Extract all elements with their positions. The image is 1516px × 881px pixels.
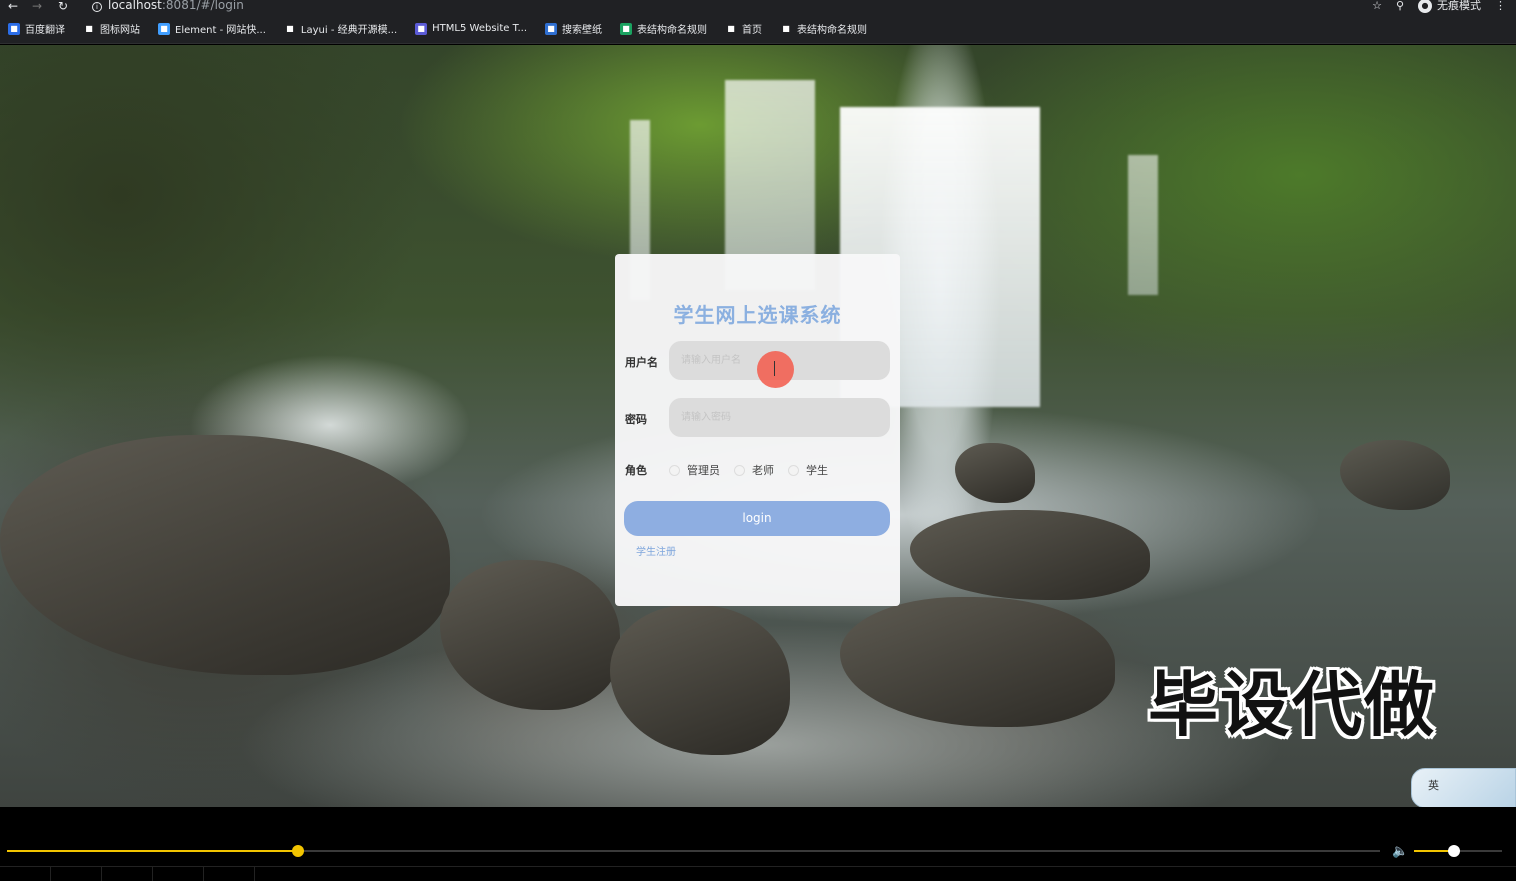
back-icon[interactable]: ← [8,0,18,12]
incognito-badge[interactable]: ● 无痕模式 [1418,0,1481,13]
bookmark-label: Layui - 经典开源模... [300,25,398,36]
menu-kebab-icon[interactable]: ⋮ [1495,0,1506,12]
rock [610,605,790,755]
bookmark-label: 表结构命名规则 [797,25,868,36]
watermark-text: 毕设代做 [1148,664,1436,746]
bookmark-label: HTML5 Website T... [432,23,528,34]
globe-icon: ■ [725,22,738,35]
rock [955,443,1035,503]
bookmark-item[interactable]: ■ 百度翻译 [8,21,65,36]
bookmark-label: 首页 [742,25,763,36]
rock [0,435,450,675]
bookmarks-bar: ■ 百度翻译 ■ 图标网站 ■ Element - 网站快... ■ Layui - 经典开源… [0,14,1516,44]
ime-label: 英 [1428,779,1439,792]
volume-icon[interactable]: 🔈 [1392,844,1408,859]
progress-fill [7,850,299,852]
player-button[interactable] [153,867,204,881]
bookmark-label: 图标网站 [100,25,140,36]
key-icon[interactable]: ⚲ [1396,0,1404,12]
volume-slider[interactable] [1414,845,1502,857]
element-icon: ■ [158,22,170,35]
student-register-link[interactable]: 学生注册 [636,543,676,558]
waterfall-right [1128,155,1158,295]
wallpaper-icon: ■ [545,22,558,35]
ime-indicator[interactable]: 英 [1411,768,1516,807]
password-input[interactable] [669,398,890,437]
layui-icon: ■ [283,22,296,35]
role-option-label: 管理员 [687,464,720,477]
url-host: localhost [108,0,162,12]
browser-toolbar: ← → ↻ i localhost:8081/#/login ☆ ⚲ ● 无痕模式… [0,0,1516,14]
login-button[interactable]: login [624,501,890,536]
role-option-student[interactable]: 学生 [788,462,828,478]
text-cursor-icon [774,361,776,376]
bookmark-item[interactable]: ■ 图标网站 [83,21,140,36]
translate-icon: ■ [8,22,20,35]
role-option-teacher[interactable]: 老师 [734,462,774,478]
forward-icon[interactable]: → [32,0,42,12]
html5-icon: ■ [415,22,428,35]
bookmark-item[interactable]: ■ Element - 网站快... [158,21,266,36]
progress-handle[interactable] [292,845,305,857]
bookmark-item[interactable]: ■ 表结构命名规则 [620,21,707,36]
role-radio-group: 管理员 老师 学生 [669,462,828,478]
bookmark-label: Element - 网站快... [175,25,266,36]
volume-handle[interactable] [1447,845,1460,857]
incognito-label: 无痕模式 [1437,0,1481,12]
bookmark-label: 表结构命名规则 [637,25,708,36]
globe-icon: ■ [780,22,793,35]
role-option-admin[interactable]: 管理员 [669,462,720,478]
password-label: 密码 [625,413,647,426]
url-path: :8081/#/login [161,0,244,12]
bookmark-item[interactable]: ■ 首页 [725,21,762,36]
address-bar[interactable]: i localhost:8081/#/login [92,0,244,12]
player-button[interactable] [51,867,102,881]
table-icon: ■ [620,22,633,35]
incognito-icon: ● [1418,0,1432,13]
role-option-label: 学生 [806,464,828,477]
rock [1340,440,1450,510]
bookmark-item[interactable]: ■ Layui - 经典开源模... [283,21,398,36]
player-button[interactable] [204,867,255,881]
player-button-row [0,866,1516,881]
progress-bar[interactable] [7,845,1380,857]
role-option-label: 老师 [752,464,774,477]
rock [440,560,620,710]
video-player-controls: 🔈 [0,807,1516,881]
bookmark-item[interactable]: ■ 搜索壁纸 [545,21,602,36]
radio-button[interactable] [734,464,745,476]
flag-icon: ■ [83,22,95,35]
info-icon[interactable]: i [92,2,102,12]
player-button[interactable] [102,867,153,881]
bookmark-label: 百度翻译 [25,25,65,36]
username-label: 用户名 [625,356,658,369]
bookmark-label: 搜索壁纸 [562,25,603,36]
bookmark-item[interactable]: ■ 表结构命名规则 [780,21,867,36]
page-title: 学生网上选课系统 [673,303,842,327]
login-card: 学生网上选课系统 用户名 密码 角色 管理员 老师 学生 login 学生注册 [615,254,900,606]
bookmark-item[interactable]: ■ HTML5 Website T... [415,22,528,35]
mouse-cursor-highlight [757,351,794,388]
radio-button[interactable] [788,464,799,476]
role-label: 角色 [625,464,647,477]
bookmark-star-icon[interactable]: ☆ [1372,0,1382,12]
player-button[interactable] [0,867,51,881]
rock [910,510,1150,600]
rock [840,597,1115,727]
reload-icon[interactable]: ↻ [58,0,68,12]
radio-button[interactable] [669,464,680,476]
